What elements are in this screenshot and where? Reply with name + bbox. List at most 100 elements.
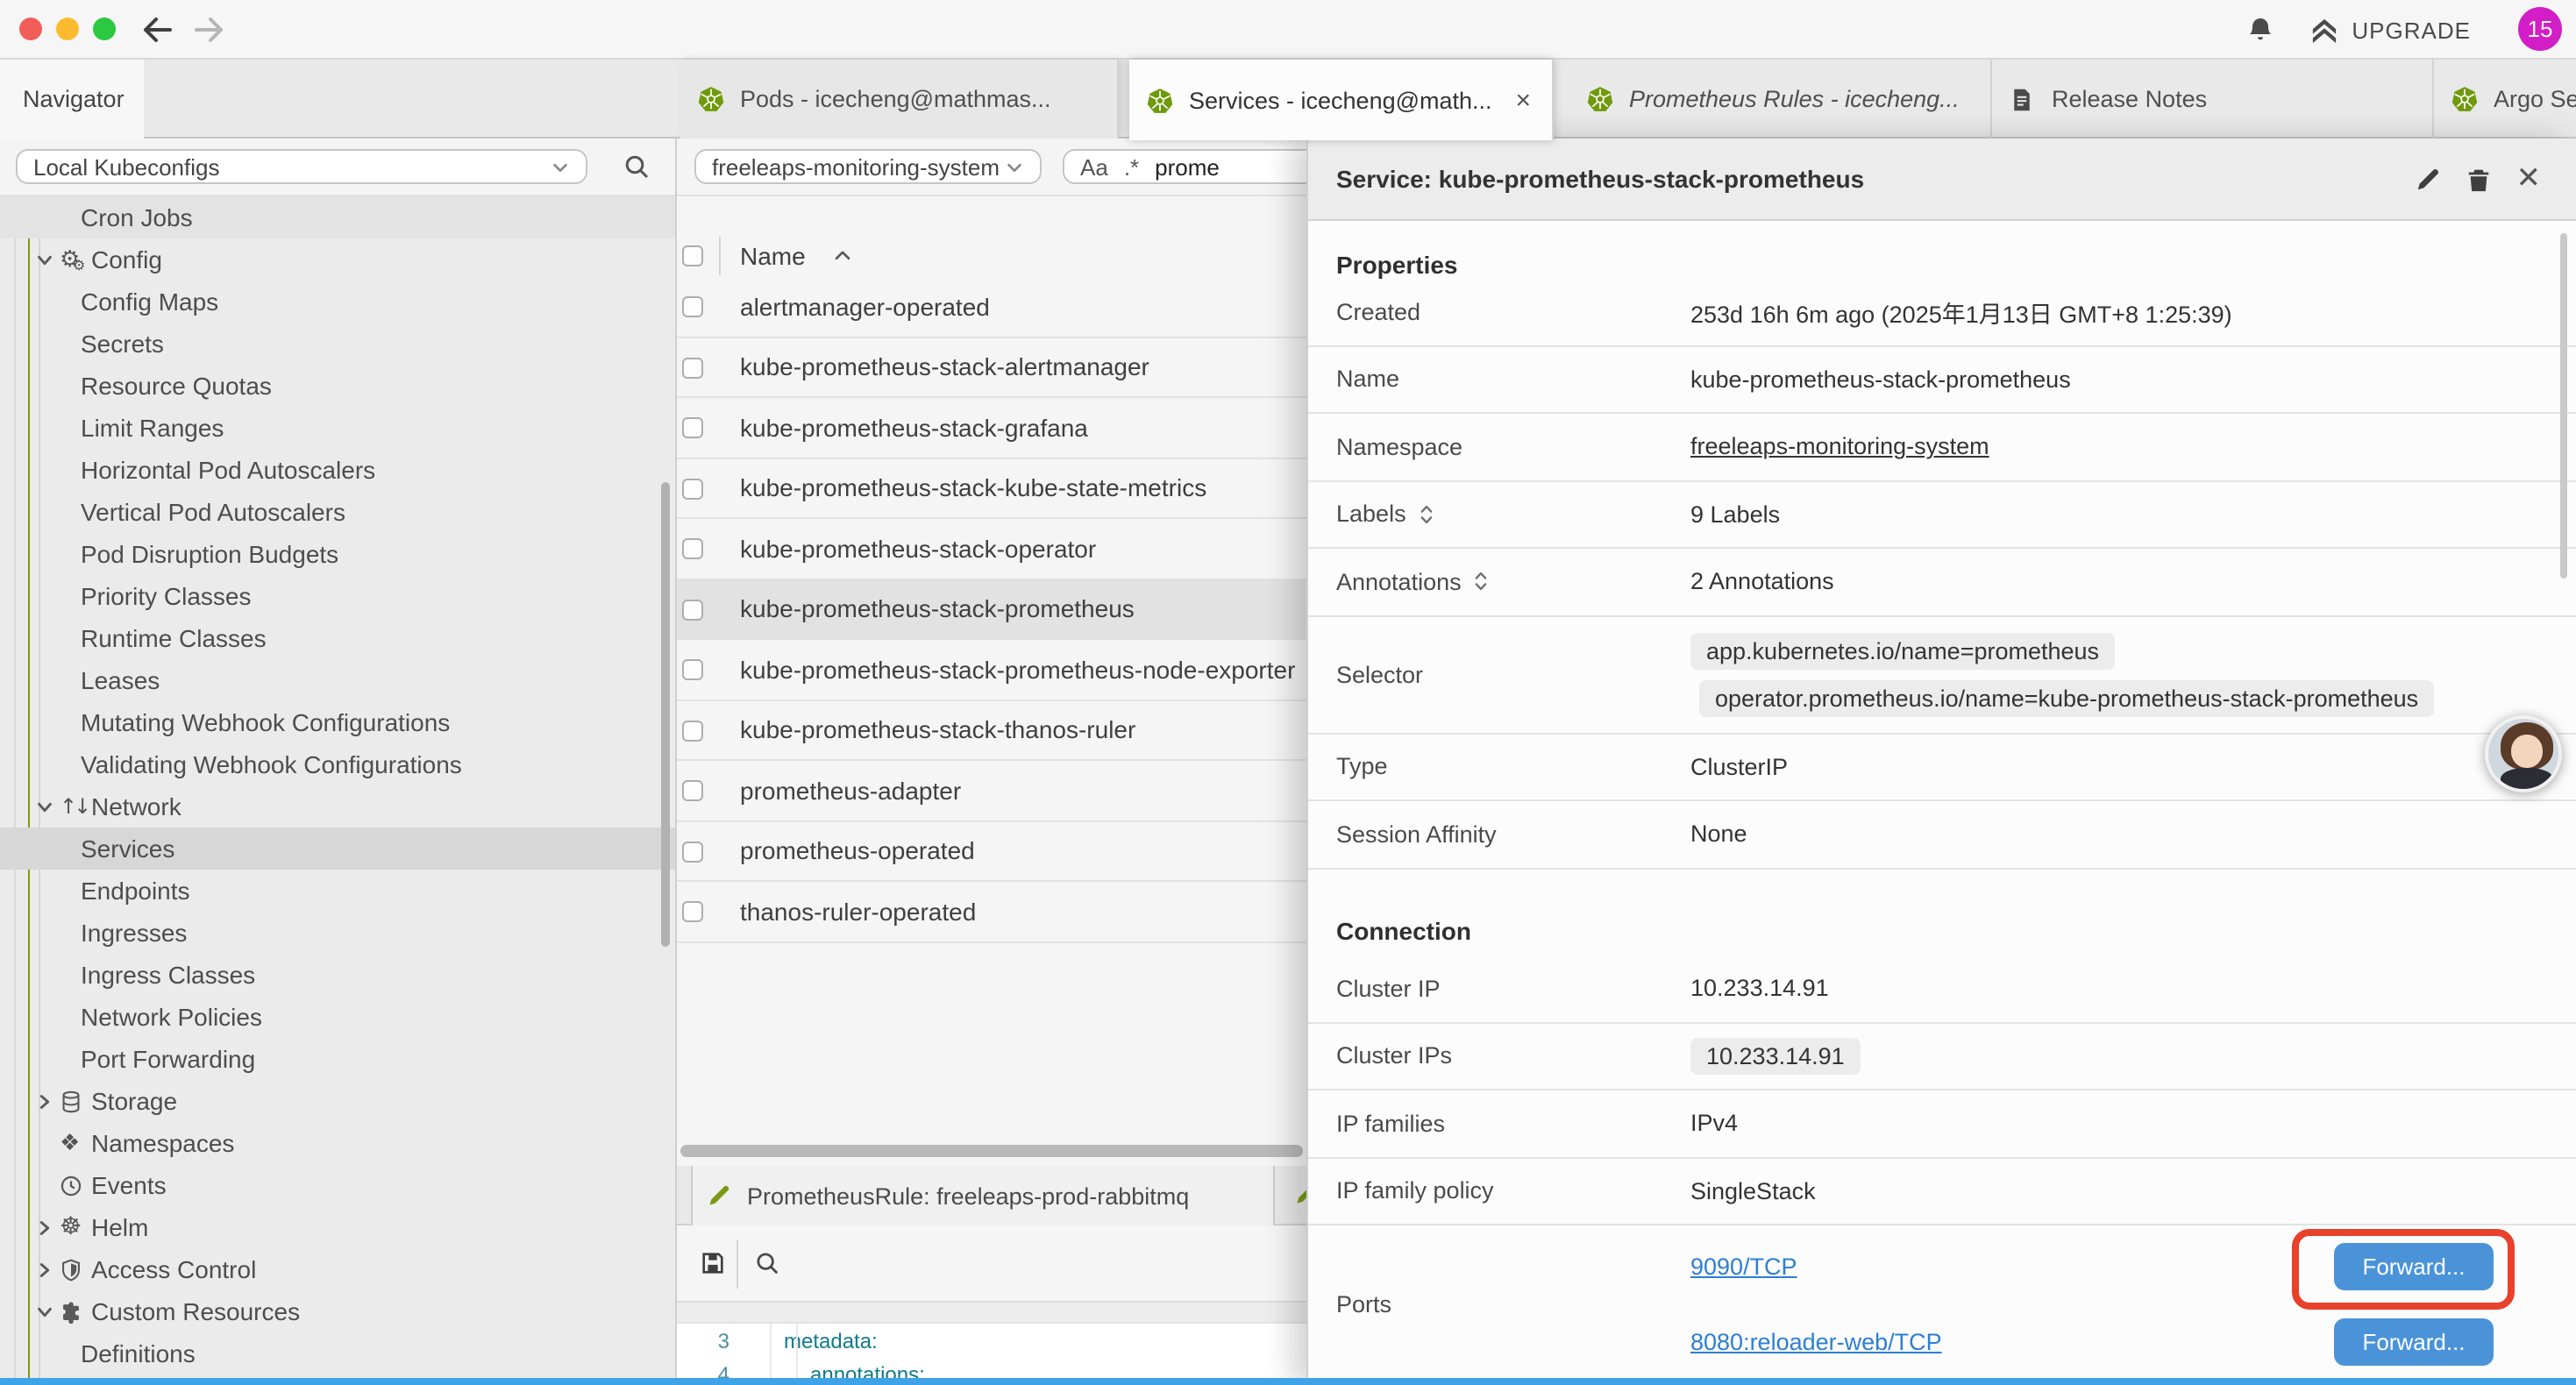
sidebar-item[interactable]: Priority Classes: [0, 575, 675, 617]
edit-pencil-icon[interactable]: [1294, 1182, 1306, 1206]
sidebar-item[interactable]: Vertical Pod Autoscalers: [0, 491, 675, 533]
table-row[interactable]: kube-prometheus-stack-alertmanager: [677, 337, 1306, 398]
expand-sort-icon[interactable]: [1474, 572, 1490, 593]
chevron-icon[interactable]: [35, 250, 60, 269]
editor-tab[interactable]: PrometheusRule: freeleaps-prod-rabbitmq: [691, 1166, 1275, 1225]
table-row[interactable]: kube-prometheus-stack-prometheus: [677, 579, 1306, 640]
namespace-select[interactable]: freeleaps-monitoring-system: [694, 149, 1042, 184]
sidebar-item[interactable]: Port Forwarding: [0, 1038, 675, 1080]
row-checkbox[interactable]: [682, 478, 703, 499]
app-tab[interactable]: Argo Se: [2434, 60, 2576, 138]
sidebar-item[interactable]: Limit Ranges: [0, 407, 675, 449]
kubeconfig-select[interactable]: Local Kubeconfigs: [16, 149, 587, 184]
sidebar-item[interactable]: Mutating Webhook Configurations: [0, 701, 675, 743]
sidebar-item[interactable]: ↑↓ Network: [0, 785, 675, 827]
port-link[interactable]: 9090/TCP: [1690, 1253, 1797, 1279]
chevron-icon[interactable]: [35, 1260, 60, 1279]
name-column-header[interactable]: Name: [740, 242, 806, 270]
sidebar-item[interactable]: Services: [0, 827, 675, 870]
row-value[interactable]: 2 Annotations: [1690, 569, 1834, 595]
app-tab[interactable]: Prometheus Rules - icecheng...: [1569, 60, 1992, 138]
table-row[interactable]: kube-prometheus-stack-grafana: [677, 398, 1306, 458]
sidebar-scrollbar[interactable]: [661, 482, 670, 947]
window-zoom-button[interactable]: [93, 17, 116, 39]
app-tab[interactable]: Release Notes: [1992, 60, 2434, 138]
sidebar-item[interactable]: Events: [0, 1164, 675, 1206]
table-row[interactable]: alertmanager-operated: [677, 277, 1306, 337]
table-row[interactable]: kube-prometheus-stack-thanos-ruler: [677, 700, 1306, 761]
assistant-avatar[interactable]: [2485, 715, 2562, 792]
sidebar-item[interactable]: Custom Resources: [0, 1290, 675, 1332]
expand-sort-icon[interactable]: [1419, 504, 1434, 525]
chevron-icon[interactable]: [35, 1091, 60, 1111]
delete-trash-icon[interactable]: [2466, 166, 2492, 192]
table-row[interactable]: prometheus-operated: [677, 821, 1306, 882]
sidebar-item[interactable]: Secrets: [0, 323, 675, 365]
sidebar-item[interactable]: Cron Jobs: [0, 196, 675, 238]
row-checkbox[interactable]: [682, 538, 703, 559]
port-link[interactable]: 8080:reloader-web/TCP: [1690, 1328, 1942, 1354]
close-icon[interactable]: ✕: [2516, 161, 2542, 196]
tab-close-icon[interactable]: ×: [1512, 85, 1534, 115]
editor-line[interactable]: 3 metadata:: [677, 1324, 1306, 1357]
sidebar-item[interactable]: Runtime Classes: [0, 617, 675, 659]
save-icon[interactable]: [700, 1250, 726, 1276]
table-row[interactable]: thanos-ruler-operated: [677, 882, 1306, 942]
row-checkbox[interactable]: [682, 780, 703, 801]
sidebar-item[interactable]: Access Control: [0, 1248, 675, 1290]
row-checkbox[interactable]: [682, 417, 703, 438]
sidebar-item[interactable]: ⚙⚙ Config: [0, 238, 675, 281]
row-value[interactable]: 9 Labels: [1690, 501, 1780, 528]
sidebar-item[interactable]: Storage: [0, 1080, 675, 1122]
sidebar-item[interactable]: Definitions: [0, 1332, 675, 1374]
table-row[interactable]: kube-prometheus-stack-kube-state-metrics: [677, 458, 1306, 519]
sidebar-item[interactable]: Resource Quotas: [0, 365, 675, 407]
row-checkbox[interactable]: [682, 296, 703, 317]
edit-pencil-icon[interactable]: [2415, 166, 2441, 192]
regex-toggle[interactable]: .*: [1124, 153, 1139, 180]
horizontal-scrollbar[interactable]: [680, 1145, 1303, 1157]
table-row[interactable]: prometheus-adapter: [677, 761, 1306, 821]
filter-search-input[interactable]: [1155, 153, 1260, 180]
sidebar-item[interactable]: Ingresses: [0, 912, 675, 954]
sidebar-item[interactable]: Ingress Classes: [0, 954, 675, 996]
navigator-panel-tab[interactable]: Navigator: [0, 60, 144, 138]
app-tab[interactable]: Services - icecheng@math... ×: [1129, 60, 1554, 140]
row-checkbox[interactable]: [682, 841, 703, 862]
sidebar-item[interactable]: Validating Webhook Configurations: [0, 743, 675, 785]
notification-count-badge[interactable]: 15: [2518, 6, 2562, 50]
forward-button[interactable]: Forward...: [2334, 1318, 2494, 1365]
row-checkbox[interactable]: [682, 599, 703, 620]
row-checkbox[interactable]: [682, 720, 703, 741]
app-tab[interactable]: Pods - icecheng@mathmas...: [680, 60, 1119, 138]
row-checkbox[interactable]: [682, 357, 703, 378]
filter-search-box[interactable]: Aa .*: [1063, 149, 1306, 184]
sidebar-item[interactable]: Pod Disruption Budgets: [0, 533, 675, 575]
namespace-link[interactable]: freeleaps-monitoring-system: [1690, 434, 1989, 460]
table-row[interactable]: kube-prometheus-stack-prometheus-node-ex…: [677, 640, 1306, 700]
table-row[interactable]: kube-prometheus-stack-operator: [677, 519, 1306, 579]
chevron-icon[interactable]: [35, 1302, 60, 1321]
back-arrow-icon[interactable]: [140, 16, 175, 44]
window-close-button[interactable]: [19, 17, 42, 39]
forward-arrow-icon[interactable]: [191, 16, 226, 44]
sidebar-item[interactable]: ☸ Helm: [0, 1206, 675, 1248]
match-case-toggle[interactable]: Aa: [1080, 153, 1108, 180]
sidebar-item[interactable]: Config Maps: [0, 281, 675, 323]
editor-search-icon[interactable]: [754, 1250, 780, 1276]
select-all-checkbox[interactable]: [682, 245, 703, 266]
sidebar-item[interactable]: Leases: [0, 659, 675, 701]
forward-button[interactable]: Forward...: [2334, 1242, 2494, 1289]
detail-scrollbar[interactable]: [2560, 233, 2567, 579]
sidebar-item[interactable]: Endpoints: [0, 870, 675, 912]
chevron-icon[interactable]: [35, 1218, 60, 1237]
sidebar-item[interactable]: Network Policies: [0, 996, 675, 1038]
search-icon[interactable]: [623, 153, 651, 181]
row-checkbox[interactable]: [682, 659, 703, 680]
sidebar-item[interactable]: ❖ Namespaces: [0, 1122, 675, 1164]
upgrade-button[interactable]: UPGRADE: [2309, 0, 2471, 60]
window-minimize-button[interactable]: [56, 17, 79, 39]
yaml-editor[interactable]: 3 metadata: 4 annotations: 5 kubectl.kub…: [677, 1324, 1306, 1385]
sidebar-item[interactable]: Horizontal Pod Autoscalers: [0, 449, 675, 491]
sort-ascending-icon[interactable]: [833, 249, 852, 261]
